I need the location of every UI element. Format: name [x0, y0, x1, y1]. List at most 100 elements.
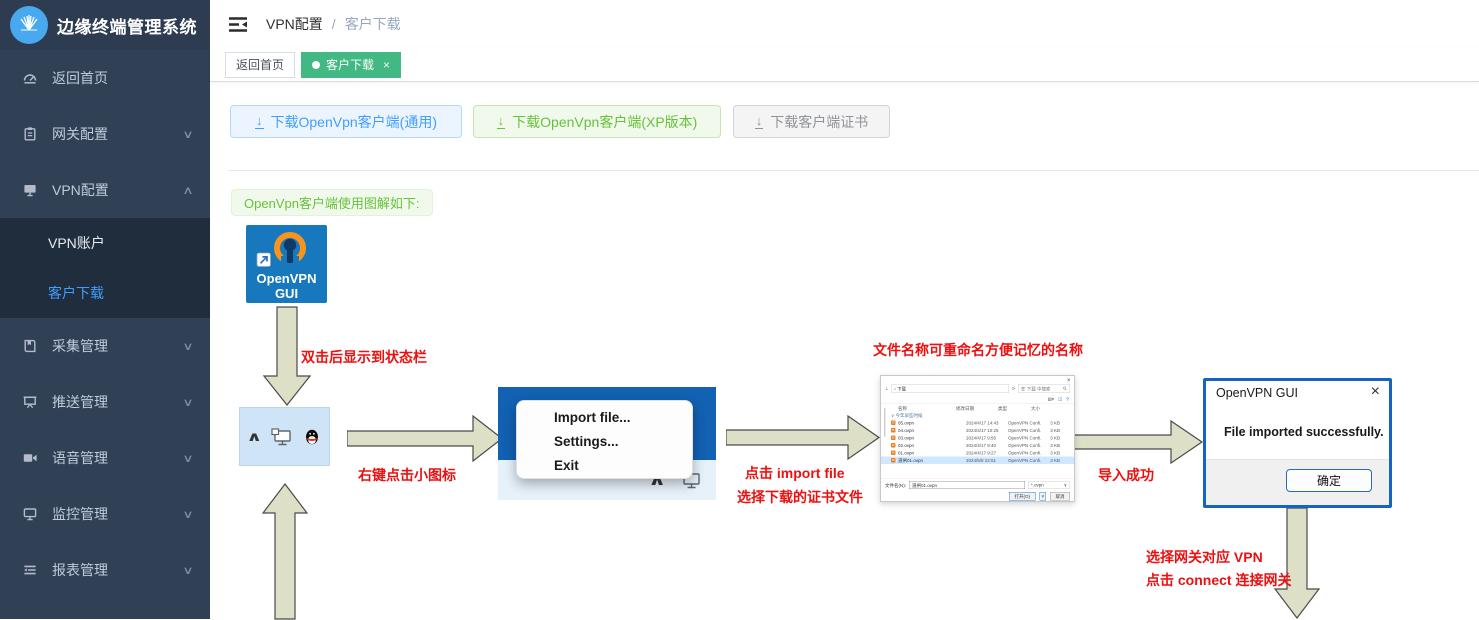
- scrollbar: [884, 408, 886, 437]
- file-name: 04.ovpn: [898, 428, 966, 433]
- openvpn-logo-icon: [246, 225, 327, 271]
- address-bar: › 下载: [891, 384, 1009, 393]
- sidebar-item-collect[interactable]: 采集管理 ∨: [0, 318, 210, 374]
- openvpn-message-box: OpenVPN GUI × File imported successfully…: [1203, 378, 1392, 508]
- sidebar-item-voice[interactable]: 语音管理 ∨: [0, 430, 210, 486]
- download-icon: ↓: [255, 114, 264, 129]
- qq-penguin-icon: [304, 428, 320, 445]
- menu-item-settings: Settings...: [517, 430, 692, 454]
- arrow-down-2: [1274, 508, 1320, 620]
- file-type: OpenVPN Confi...: [1008, 450, 1041, 455]
- app-logo: 边缘终端管理系统: [0, 0, 210, 50]
- file-name: 02.ovpn: [898, 443, 966, 448]
- file-type: OpenVPN Confi...: [1008, 458, 1041, 463]
- column-name: 名称: [881, 405, 956, 412]
- file-date: 2024/4/17 14:43: [966, 420, 1008, 425]
- openvpn-icon-caption: OpenVPN: [246, 271, 327, 286]
- sidebar-item-label: VPN配置: [52, 180, 109, 200]
- file-row: O 01.ovpn 2024/4/17 9:27 OpenVPN Confi..…: [881, 449, 1074, 457]
- sidebar-item-label: 语音管理: [52, 448, 108, 468]
- file-date: 2024/4/17 10:25: [966, 428, 1008, 433]
- sidebar-item-monitor[interactable]: 监控管理 ∨: [0, 486, 210, 542]
- dashboard-icon: [22, 70, 38, 86]
- download-client-cert-button[interactable]: ↓ 下载客户端证书: [733, 105, 890, 138]
- arrow-up-1: [262, 483, 308, 620]
- tab-client-download[interactable]: 客户下载 ×: [301, 52, 401, 78]
- context-menu-screenshot: ∧ Import file... Settings... Exit: [498, 387, 716, 500]
- search-icon: [1063, 387, 1067, 391]
- tab-home[interactable]: 返回首页: [225, 52, 295, 78]
- note-import-success: 导入成功: [1098, 465, 1154, 485]
- message-box-footer: 确定: [1206, 459, 1389, 505]
- column-type: 类型: [998, 405, 1031, 412]
- note-double-click: 双击后显示到状态栏: [301, 347, 427, 367]
- ovpn-file-icon: O: [891, 428, 896, 433]
- file-name: 道闸01.ovpn: [898, 457, 966, 464]
- filetype-value: *.ovpn: [1031, 483, 1044, 488]
- sidebar-item-label: 采集管理: [52, 336, 108, 356]
- app-logo-icon: [10, 6, 48, 44]
- file-size: 3 KB: [1041, 450, 1064, 455]
- file-date: 2024/4/17 9:40: [966, 443, 1008, 448]
- menu-item-exit: Exit: [517, 454, 692, 478]
- note-connect-line1: 选择网关对应 VPN: [1146, 547, 1263, 567]
- sidebar-item-vpn-account[interactable]: VPN账户: [0, 218, 210, 268]
- file-size: 3 KB: [1041, 428, 1064, 433]
- book-icon: [22, 338, 38, 354]
- refresh-icon: ⟳: [1012, 386, 1016, 392]
- search-box: 在 下载 中搜索: [1018, 384, 1070, 393]
- sidebar-item-client-download[interactable]: 客户下载: [0, 268, 210, 318]
- chevron-up-icon: ∧: [182, 184, 193, 197]
- content-divider: [228, 170, 1479, 171]
- openvpn-tray-icon: [271, 428, 293, 446]
- file-date: 2024/5/8 22:51: [966, 458, 1008, 463]
- filetype-select: *.ovpn ∨: [1028, 481, 1070, 489]
- note-rename-tip: 文件名称可重命名方便记忆的名称: [873, 340, 1083, 360]
- app-title: 边缘终端管理系统: [57, 13, 197, 38]
- filename-label: 文件名(N):: [885, 482, 906, 489]
- breadcrumb-vpn-config[interactable]: VPN配置: [266, 14, 323, 34]
- tabs-bar: 返回首页 客户下载 ×: [210, 48, 1479, 82]
- note-import-line2: 选择下载的证书文件: [737, 487, 863, 507]
- sidebar-collapse-icon[interactable]: [228, 16, 248, 33]
- message-box-text: File imported successfully.: [1224, 425, 1384, 439]
- arrow-right-3: [1071, 420, 1204, 465]
- sidebar-item-vpn[interactable]: VPN配置 ∧: [0, 162, 210, 218]
- file-name: 05.ovpn: [898, 420, 966, 425]
- dialog-close-icon: ×: [1067, 377, 1071, 384]
- sidebar-item-home[interactable]: 返回首页: [0, 50, 210, 106]
- chevron-down-icon: ∨: [182, 340, 193, 353]
- view-options-icon: ▤▾: [1047, 396, 1054, 402]
- file-name: 03.ovpn: [898, 435, 966, 440]
- chevron-down-icon: ∨: [182, 452, 193, 465]
- report-icon: [22, 562, 38, 578]
- download-openvpn-xp-label: 下载OpenVpn客户端(XP版本): [512, 112, 697, 132]
- downloads-folder-icon: ⇣: [885, 386, 889, 392]
- download-client-cert-label: 下载客户端证书: [770, 112, 868, 132]
- column-size: 大小: [1031, 405, 1054, 412]
- file-size: 3 KB: [1041, 435, 1064, 440]
- top-header: VPN配置 / 客户下载: [210, 0, 1479, 48]
- ovpn-file-icon: O: [891, 436, 896, 441]
- tab-home-label: 返回首页: [236, 56, 284, 73]
- ovpn-file-icon: O: [891, 421, 896, 426]
- clipboard-icon: [22, 126, 38, 142]
- download-openvpn-xp-button[interactable]: ↓ 下载OpenVpn客户端(XP版本): [473, 105, 721, 138]
- column-date: 修改日期: [956, 405, 998, 412]
- tab-close-icon[interactable]: ×: [383, 58, 390, 72]
- sidebar-item-push[interactable]: 推送管理 ∨: [0, 374, 210, 430]
- file-date: 2024/4/17 9:56: [966, 435, 1008, 440]
- file-name: 01.ovpn: [898, 450, 966, 455]
- file-open-dialog-screenshot: × ⇣ › 下载 ⟳ 在 下载 中搜索 ▤▾ ◫ ? 名称 修改日期 类型 大小…: [880, 375, 1075, 502]
- file-size: 3 KB: [1041, 443, 1064, 448]
- cancel-button: 取消: [1050, 492, 1070, 501]
- download-openvpn-generic-button[interactable]: ↓ 下载OpenVpn客户端(通用): [230, 105, 462, 138]
- file-size: 3 KB: [1041, 420, 1064, 425]
- ovpn-file-icon: O: [891, 443, 896, 448]
- sidebar-item-gateway[interactable]: 网关配置 ∨: [0, 106, 210, 162]
- filename-input: 道闸01.ovpn: [909, 481, 1025, 489]
- help-icon: ?: [1066, 397, 1069, 402]
- sidebar-item-report[interactable]: 报表管理 ∨: [0, 542, 210, 598]
- sidebar-item-label: 网关配置: [52, 124, 108, 144]
- chevron-down-icon: ∨: [182, 564, 193, 577]
